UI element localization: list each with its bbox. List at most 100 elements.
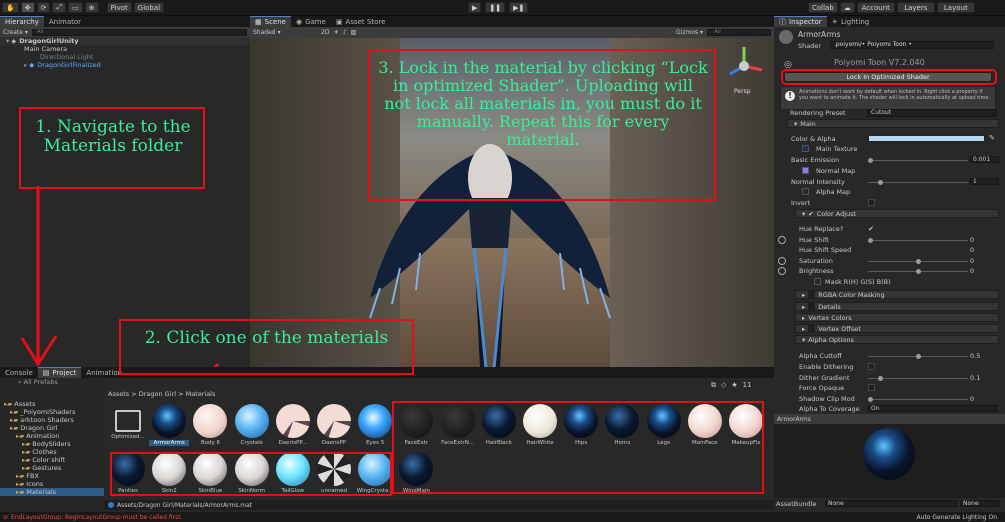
hierarchy-item-light[interactable]: Directional Light <box>0 53 250 61</box>
favorites-item-all-prefabs[interactable]: ⌕ All Prefabs <box>0 378 104 386</box>
tab-lighting[interactable]: ☀ Lighting <box>827 16 875 27</box>
layout-dropdown[interactable]: Layout <box>936 2 975 13</box>
material-tile[interactable]: Crystals <box>232 403 272 449</box>
section-vertex-colors[interactable]: ▸ Vertex Colors <box>795 313 999 322</box>
filter-icon[interactable]: ⧉ <box>711 381 716 390</box>
alpha-map-slot[interactable] <box>802 188 809 195</box>
shading-dropdown[interactable]: Shaded ▾ <box>253 29 305 36</box>
section-checkbox[interactable] <box>808 325 816 332</box>
layers-dropdown[interactable]: Layers <box>896 2 935 13</box>
hue-shift-speed-value[interactable]: 0 <box>970 246 974 254</box>
enable-dithering-checkbox[interactable] <box>868 363 875 370</box>
slider-knob[interactable] <box>878 180 883 185</box>
tab-asset-store[interactable]: ▣ Asset Store <box>331 16 391 27</box>
tab-inspector[interactable]: ⓘ Inspector <box>774 16 827 27</box>
collab-button[interactable]: Collab <box>808 2 838 13</box>
slider-knob[interactable] <box>916 269 921 274</box>
folder-tree-item[interactable]: ▸▰ Icons <box>0 480 104 488</box>
folder-tree-item[interactable]: ▸▰ Assets <box>0 400 104 408</box>
create-button[interactable]: Create ▾ <box>3 29 28 36</box>
slider-knob[interactable] <box>868 158 873 163</box>
audio-toggle-icon[interactable]: ♪ <box>343 29 347 36</box>
tab-animator[interactable]: Animator <box>44 16 86 27</box>
global-toggle[interactable]: Global <box>133 2 165 13</box>
move-tool-button[interactable]: ✥ <box>20 2 35 13</box>
folder-tree-item[interactable]: ▸▰ Color shift <box>0 456 104 464</box>
shader-dropdown[interactable]: .poiyomi/• Poiyomi Toon • <box>830 41 994 49</box>
basic-emission-field[interactable]: 0.001 <box>970 156 999 163</box>
gizmos-dropdown[interactable]: Gizmos ▾ <box>676 29 703 36</box>
checkmark-icon[interactable]: ✔ <box>808 210 813 218</box>
folder-tree-item[interactable]: ▸▰ BodySliders <box>0 440 104 448</box>
slider-knob[interactable] <box>878 376 883 381</box>
folder-tree-item[interactable]: ▸▰ Animation <box>0 432 104 440</box>
slider-knob[interactable] <box>916 354 921 359</box>
section-checkbox[interactable] <box>808 291 816 298</box>
section-details[interactable]: ▸ Details <box>795 302 999 311</box>
expand-arrow-icon[interactable]: ▾ <box>6 37 9 45</box>
scene-search-input[interactable]: All <box>707 29 771 36</box>
lighting-toggle-icon[interactable]: ☀ <box>333 29 338 36</box>
shadow-clip-mod-slider[interactable] <box>868 397 968 402</box>
animate-toggle-icon[interactable] <box>778 267 786 275</box>
material-tile[interactable]: DaerisPP... <box>273 403 313 449</box>
alpha-to-coverage-dropdown[interactable]: On <box>868 405 998 412</box>
rect-tool-button[interactable]: ▭ <box>68 2 83 13</box>
expand-arrow-icon[interactable]: ▸ <box>24 61 27 69</box>
slider-knob[interactable] <box>868 238 873 243</box>
alpha-cuttoff-slider[interactable] <box>868 354 968 359</box>
folder-tree-item[interactable]: ▸▰ Clothes <box>0 448 104 456</box>
rotate-tool-button[interactable]: ⟳ <box>36 2 51 13</box>
hand-tool-button[interactable]: ✋ <box>2 2 19 13</box>
brightness-slider[interactable] <box>868 269 968 274</box>
orientation-gizmo[interactable] <box>722 44 766 88</box>
invert-checkbox[interactable] <box>868 199 875 206</box>
hierarchy-item-dragongirl[interactable]: ▸ ◆ DragonGirlFinalized <box>0 61 250 69</box>
label-icon[interactable]: ◇ <box>721 381 726 390</box>
tab-game[interactable]: ◉ Game <box>291 16 331 27</box>
slider-knob[interactable] <box>916 259 921 264</box>
shadow-clip-mod-value[interactable]: 0 <box>970 395 974 403</box>
transform-tool-button[interactable]: ⊕ <box>84 2 99 13</box>
brightness-value[interactable]: 0 <box>970 267 974 275</box>
normal-intensity-slider[interactable] <box>868 180 968 185</box>
mask-slot[interactable] <box>814 278 821 285</box>
animate-toggle-icon[interactable] <box>778 257 786 265</box>
star-icon[interactable]: ★ <box>731 381 737 390</box>
hue-shift-slider[interactable] <box>868 238 968 243</box>
section-vertex-offset[interactable]: ▸ Vertex Offset <box>795 324 999 333</box>
effects-toggle-icon[interactable]: ▨ <box>351 29 357 36</box>
asset-bundle-dropdown[interactable]: None <box>825 500 957 507</box>
material-tile[interactable]: DaerisPP <box>314 403 354 449</box>
material-tile[interactable]: Body 6 <box>190 403 230 449</box>
tab-scene[interactable]: ▦ Scene <box>250 16 291 27</box>
pivot-toggle[interactable]: Pivot <box>106 2 132 13</box>
color-alpha-swatch[interactable] <box>868 135 985 142</box>
section-main[interactable]: ▾ Main <box>787 119 999 128</box>
saturation-value[interactable]: 0 <box>970 257 974 265</box>
hierarchy-item-scene[interactable]: ▾ ◈ DragonGirlUnity <box>0 37 250 45</box>
hierarchy-search-input[interactable]: All <box>31 28 247 36</box>
section-alpha-options[interactable]: ▾ Alpha Options <box>795 335 999 344</box>
hierarchy-item-camera[interactable]: Main Camera <box>0 45 250 53</box>
account-dropdown[interactable]: Account <box>856 2 895 13</box>
hue-replace-checkbox[interactable]: ✔ <box>868 225 874 233</box>
breadcrumb[interactable]: Assets > Dragon Girl > Materials <box>108 390 215 398</box>
material-tile[interactable]: ArmorArms <box>149 403 190 449</box>
play-button[interactable]: ▶ <box>468 2 482 13</box>
status-error-text[interactable]: EndLayoutGroup: BeginLayoutGroup must be… <box>11 514 182 521</box>
material-preview-sphere[interactable] <box>863 428 915 480</box>
material-tile[interactable]: Eyes 5 <box>355 403 395 449</box>
folder-tree-item[interactable]: ▸▰ FBX <box>0 472 104 480</box>
hue-shift-value[interactable]: 0 <box>970 236 974 244</box>
pause-button[interactable]: ❚❚ <box>485 2 506 13</box>
basic-emission-slider[interactable] <box>868 158 968 163</box>
persp-label[interactable]: Persp <box>734 88 751 95</box>
folder-tree-item[interactable]: ▸▰ Gestures <box>0 464 104 472</box>
step-button[interactable]: ▶❚ <box>509 2 529 13</box>
folder-tree-item[interactable]: ▸▰ _PoiyomiShaders <box>0 408 104 416</box>
normal-intensity-field[interactable]: 1 <box>970 178 999 185</box>
force-opaque-checkbox[interactable] <box>868 384 875 391</box>
rendering-preset-dropdown[interactable]: Cutout <box>867 109 997 117</box>
folder-tree-item[interactable]: ▸▰ arktoon Shaders <box>0 416 104 424</box>
